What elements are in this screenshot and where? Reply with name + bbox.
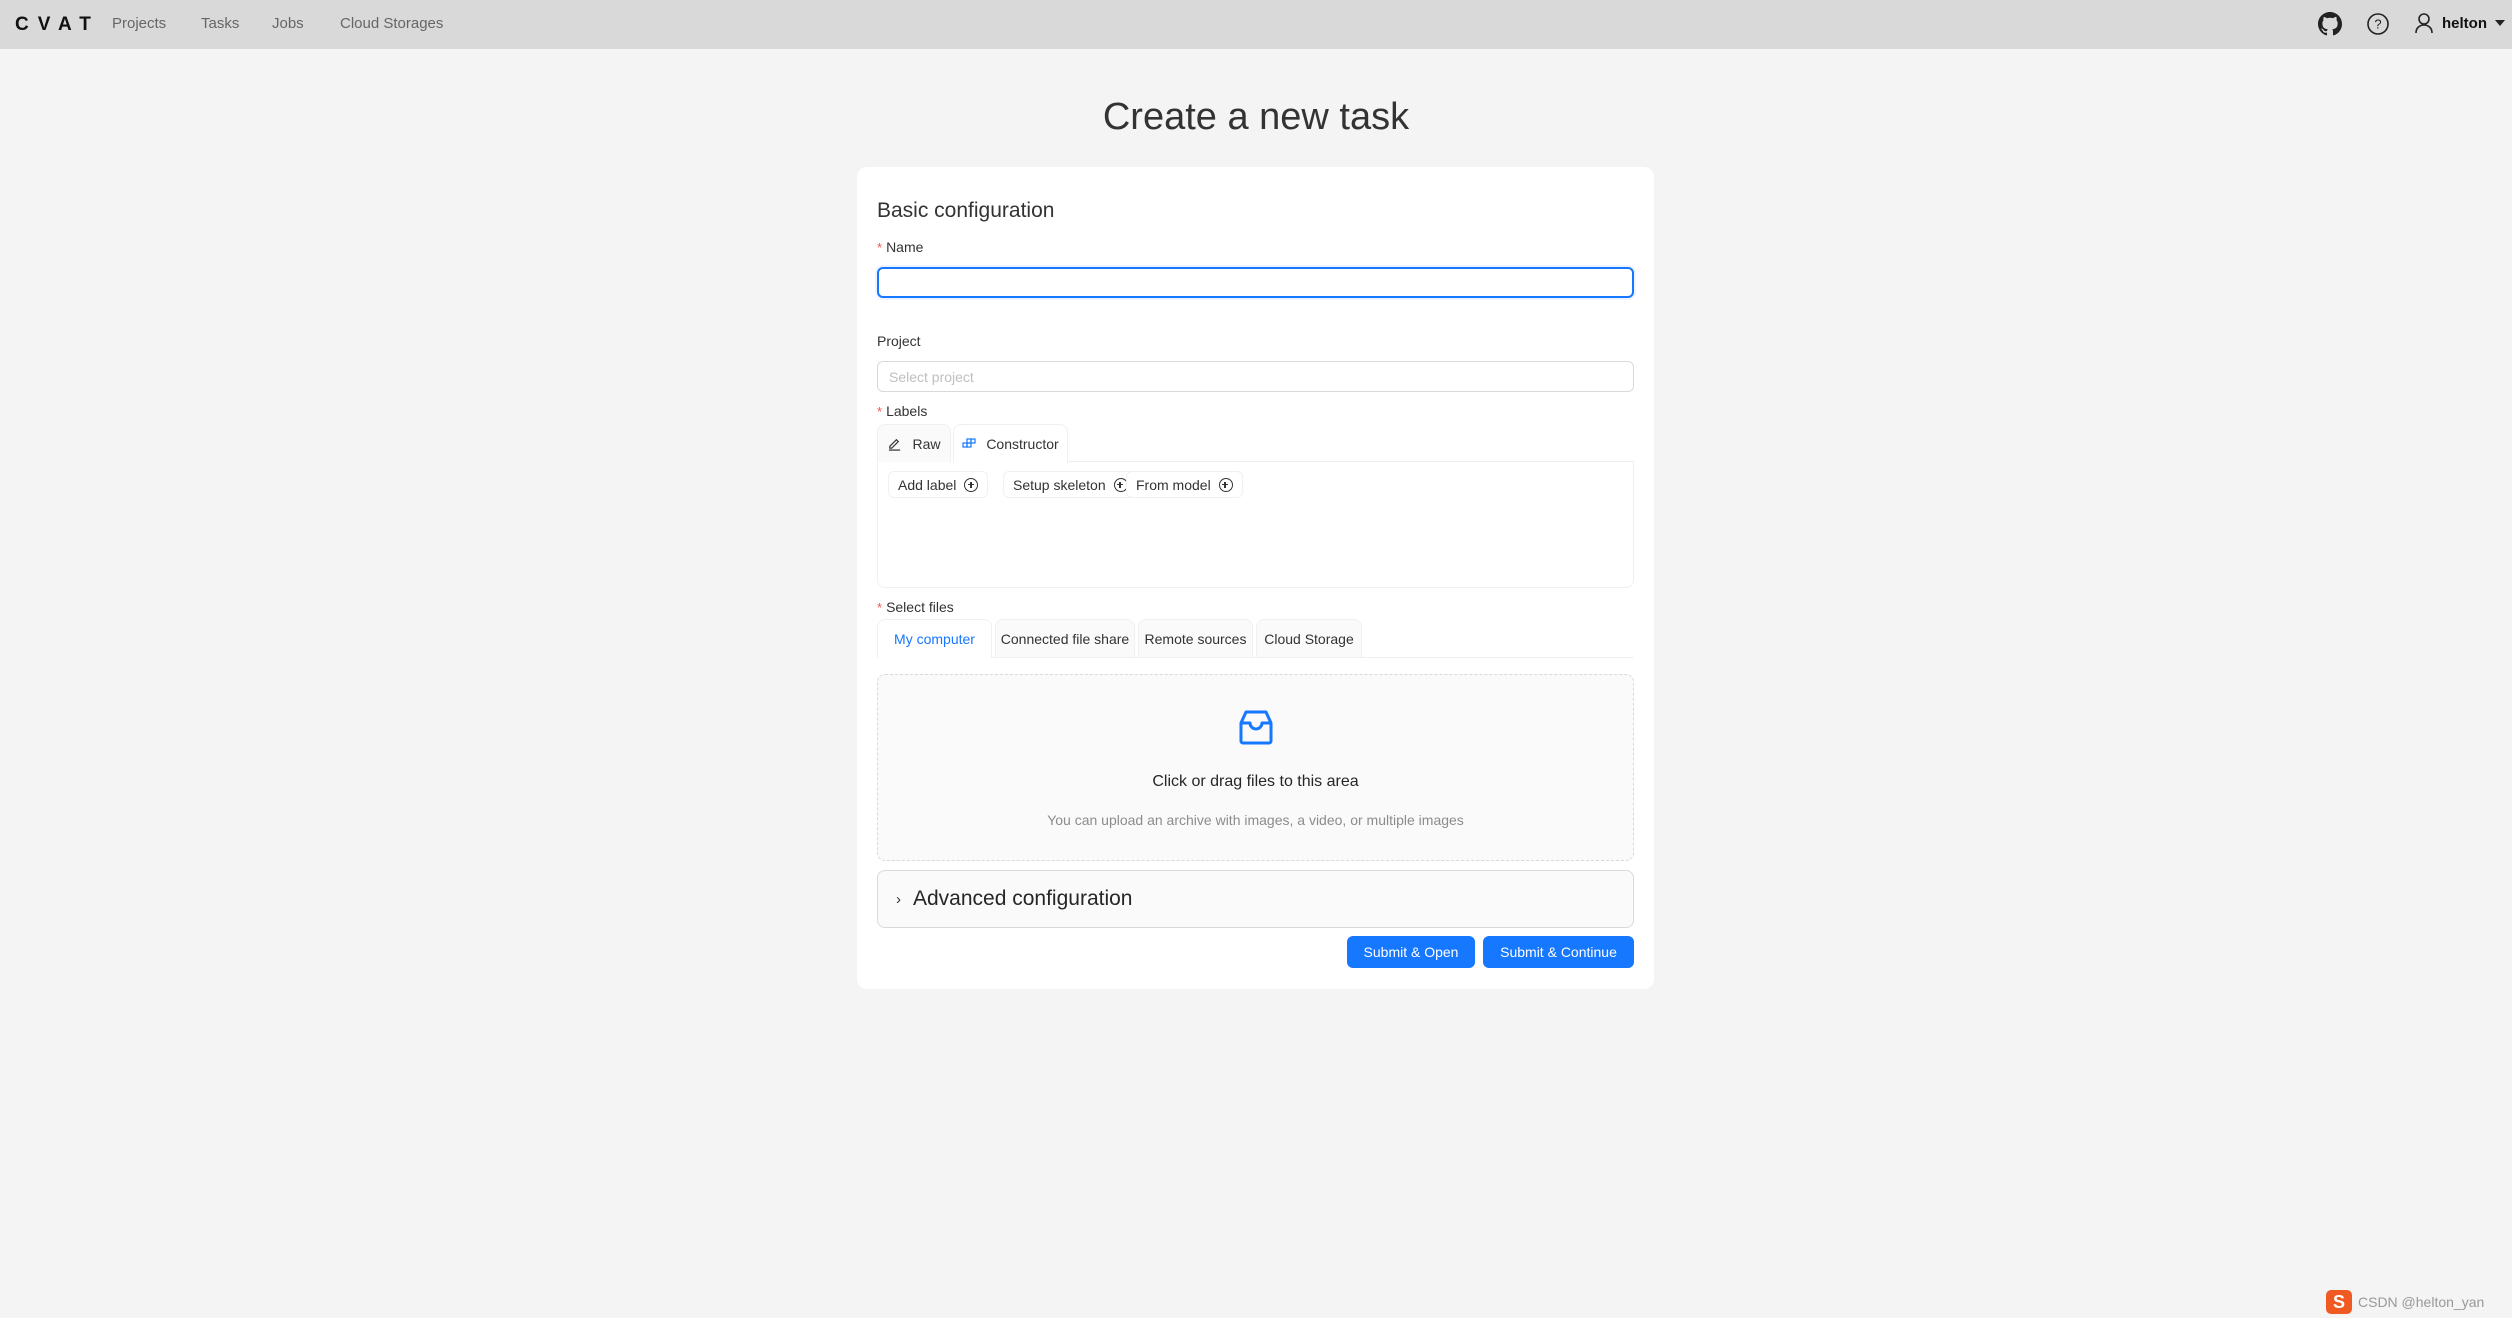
dropzone-hint: You can upload an archive with images, a… [1047, 812, 1464, 828]
from-model-button[interactable]: From model [1126, 471, 1243, 498]
labels-label: * Labels [877, 403, 928, 419]
tab-connected-file-share[interactable]: Connected file share [995, 619, 1135, 657]
section-title: Basic configuration [877, 199, 1055, 222]
github-button[interactable] [2318, 12, 2342, 36]
select-files-label: * Select files [877, 599, 954, 615]
create-task-form: Basic configuration *Name Project *Label… [857, 167, 1654, 989]
setup-skeleton-button[interactable]: Setup skeleton [1003, 471, 1138, 498]
sogou-ime-icon[interactable]: S [2326, 1290, 2352, 1314]
submit-continue-button[interactable]: Submit & Continue [1483, 936, 1634, 968]
name-label: * Name [877, 239, 924, 255]
tab-cloud-storage[interactable]: Cloud Storage [1256, 619, 1362, 657]
github-icon [2318, 12, 2342, 36]
help-icon: ? [2367, 13, 2389, 35]
top-navbar: CVAT Projects Tasks Jobs Cloud Storages … [0, 0, 2512, 49]
labels-constructor-panel: Add label Setup skeleton From model [877, 461, 1634, 588]
required-mark: * [877, 600, 883, 615]
inbox-icon [1239, 710, 1273, 745]
tab-remote-sources[interactable]: Remote sources [1138, 619, 1253, 657]
user-menu[interactable]: helton [2414, 12, 2505, 34]
nav-jobs[interactable]: Jobs [272, 15, 304, 32]
svg-text:?: ? [2374, 17, 2381, 32]
caret-down-icon [2495, 20, 2505, 26]
tab-divider [992, 657, 1634, 658]
user-icon [2415, 13, 2433, 34]
file-dropzone[interactable]: Click or drag files to this area You can… [877, 674, 1634, 861]
advanced-configuration-collapse[interactable]: › Advanced configuration [877, 870, 1634, 928]
project-label: Project [877, 333, 921, 349]
required-mark: * [877, 240, 883, 255]
add-label-button[interactable]: Add label [888, 471, 989, 498]
plus-circle-icon [964, 477, 979, 492]
cvat-logo[interactable]: CVAT [15, 14, 100, 36]
watermark-text: CSDN @helton_yan [2358, 1294, 2485, 1310]
nav-tasks[interactable]: Tasks [201, 15, 239, 32]
help-button[interactable]: ? [2366, 12, 2390, 36]
advanced-configuration-title: Advanced configuration [913, 887, 1133, 910]
dropzone-text: Click or drag files to this area [1152, 773, 1359, 790]
nav-cloud-storages[interactable]: Cloud Storages [340, 15, 443, 32]
project-select[interactable] [877, 361, 1634, 392]
ime-tray: S CSDN @helton_yan [2326, 1290, 2484, 1314]
username: helton [2442, 14, 2487, 32]
chevron-right-icon: › [896, 890, 901, 908]
submit-open-button[interactable]: Submit & Open [1347, 936, 1475, 968]
tab-my-computer[interactable]: My computer [877, 619, 992, 658]
tab-constructor[interactable]: Constructor [953, 424, 1068, 463]
edit-icon [889, 438, 901, 451]
required-mark: * [877, 404, 883, 419]
name-input[interactable] [877, 267, 1634, 298]
tab-raw[interactable]: Raw [877, 424, 951, 462]
nav-projects[interactable]: Projects [112, 15, 166, 32]
build-icon [962, 438, 976, 448]
plus-circle-icon [1218, 477, 1233, 492]
page-title: Create a new task [1102, 96, 1410, 138]
